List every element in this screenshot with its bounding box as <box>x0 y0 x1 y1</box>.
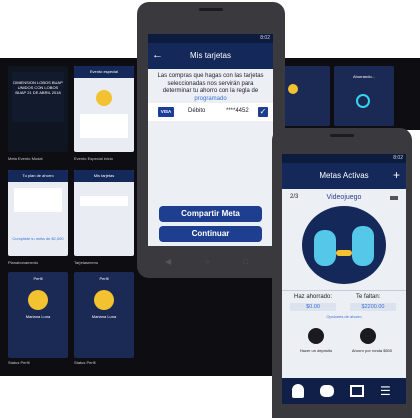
caption-1: Evento Especial inicio <box>74 156 113 161</box>
friends-nav-icon[interactable] <box>320 385 334 397</box>
thumb-profile-1[interactable]: Perfil Mariana Luna <box>8 272 68 358</box>
goal-illustration <box>302 206 386 284</box>
add-goal-button[interactable]: + <box>393 167 400 183</box>
nav-recent-icon[interactable]: □ <box>243 257 248 266</box>
thumb-title: Tu plan de ahorro <box>22 173 54 178</box>
caption-4: Status Perfil <box>8 360 30 365</box>
status-bar: 8:02 <box>282 154 406 163</box>
nav-home-icon[interactable]: ○ <box>205 257 210 266</box>
caption-3: Tarjetasmenu <box>74 260 99 265</box>
phone-goals-screen: 8:02 Metas Activas + 2/3 Videojuego Haz … <box>282 154 406 404</box>
app-bar: Metas Activas + <box>282 163 406 189</box>
caption-0: Meta Evento Modal <box>8 156 43 161</box>
thumb-card <box>80 196 128 206</box>
thumb-plan[interactable]: Tu plan de ahorro Cumpliste tu meta de $… <box>8 170 68 256</box>
thumb-card <box>80 114 128 138</box>
phone-cards-screen: 8:02 ← Mis tarjetas Las compras que haga… <box>148 34 273 246</box>
thumb-event-modal[interactable]: DIMENSION LOBOS BUAP UNIDOS CON LOBOS BU… <box>8 66 68 152</box>
round-saving-label: Ahorro por ronda $500 <box>351 348 393 353</box>
genie-right <box>352 226 374 266</box>
thumb-saving[interactable]: Ahorrando... <box>334 66 394 126</box>
coin-icon <box>288 84 298 94</box>
deposit-label: Hacer un depósito <box>299 348 333 353</box>
profile-nav-icon[interactable] <box>292 384 304 398</box>
thumb-special-event[interactable]: Evento especial <box>74 66 134 152</box>
settings-nav-icon[interactable]: ☰ <box>380 384 394 398</box>
avatar <box>28 290 48 310</box>
saved-value: $0.00 <box>290 303 336 311</box>
thumb-card <box>14 188 62 212</box>
caption-5: Status Perfil <box>74 360 96 365</box>
thumb-cards-menu[interactable]: Mis tarjetas <box>74 170 134 256</box>
thumb-title: Mis tarjetas <box>93 173 115 178</box>
saved-label: Haz ahorrado: <box>294 294 333 300</box>
speaker-grille <box>199 8 223 11</box>
page-title: Mis tarjetas <box>190 51 231 60</box>
thumb-title: Evento especial <box>89 69 119 74</box>
status-time: 8:02 <box>393 155 403 161</box>
progress-divider <box>282 290 406 291</box>
signal-icon <box>356 94 370 108</box>
share-goal-button[interactable]: Compartir Meta <box>159 206 262 222</box>
piggy-icon <box>96 90 112 106</box>
saving-options-label[interactable]: Opciones de ahorro <box>282 314 406 319</box>
genie-left <box>314 230 336 266</box>
card-row[interactable]: VISA Débito ****4452 ✓ <box>148 103 273 121</box>
continue-button[interactable]: Continuar <box>159 226 262 242</box>
phone-active-goals: 8:02 Metas Activas + 2/3 Videojuego Haz … <box>272 128 412 418</box>
thumb-title: Ahorrando... <box>352 74 375 79</box>
thumb-profile-2[interactable]: Perfil Mariana Luna <box>74 272 134 358</box>
cards-description: Las compras que hagas con las tarjetas s… <box>154 73 267 103</box>
thumb-title: Perfil <box>99 276 109 281</box>
avatar <box>94 290 114 310</box>
gallery-nav-icon[interactable] <box>350 385 364 397</box>
description-link[interactable]: programado <box>194 96 226 102</box>
page-title: Metas Activas <box>319 171 369 180</box>
nav-back-icon[interactable]: ◀ <box>165 257 171 266</box>
phone-cards: 8:02 ← Mis tarjetas Las compras que haga… <box>137 2 285 278</box>
profile-name: Mariana Luna <box>25 314 51 319</box>
thumb-link[interactable]: Cumpliste tu meta de $2,000 <box>8 236 68 241</box>
battery-icon <box>390 196 398 200</box>
bottom-nav: ☰ <box>282 378 406 404</box>
lamp-icon <box>336 250 352 256</box>
profile-name: Mariana Luna <box>91 314 117 319</box>
card-type: Débito <box>188 108 206 114</box>
thumb-about[interactable] <box>284 66 330 126</box>
caption-2: Planabonamento <box>8 260 39 265</box>
card-number: ****4452 <box>226 108 249 114</box>
card-checkbox[interactable]: ✓ <box>258 107 268 117</box>
speaker-grille <box>330 134 354 137</box>
round-saving-button[interactable] <box>360 328 376 344</box>
goal-name: Videojuego <box>326 194 362 201</box>
status-time: 8:02 <box>260 35 270 41</box>
app-bar: ← Mis tarjetas <box>148 43 273 69</box>
description-text: Las compras que hagas con las tarjetas s… <box>157 73 264 94</box>
thumb-title: Perfil <box>33 276 43 281</box>
missing-value: $2200.00 <box>350 303 396 311</box>
missing-label: Te faltan: <box>356 294 381 300</box>
visa-logo: VISA <box>158 107 174 117</box>
event-banner-text: DIMENSION LOBOS BUAP UNIDOS CON LOBOS BU… <box>13 80 63 95</box>
event-banner: DIMENSION LOBOS BUAP UNIDOS CON LOBOS BU… <box>12 72 64 122</box>
deposit-button[interactable] <box>308 328 324 344</box>
status-bar: 8:02 <box>148 34 273 43</box>
